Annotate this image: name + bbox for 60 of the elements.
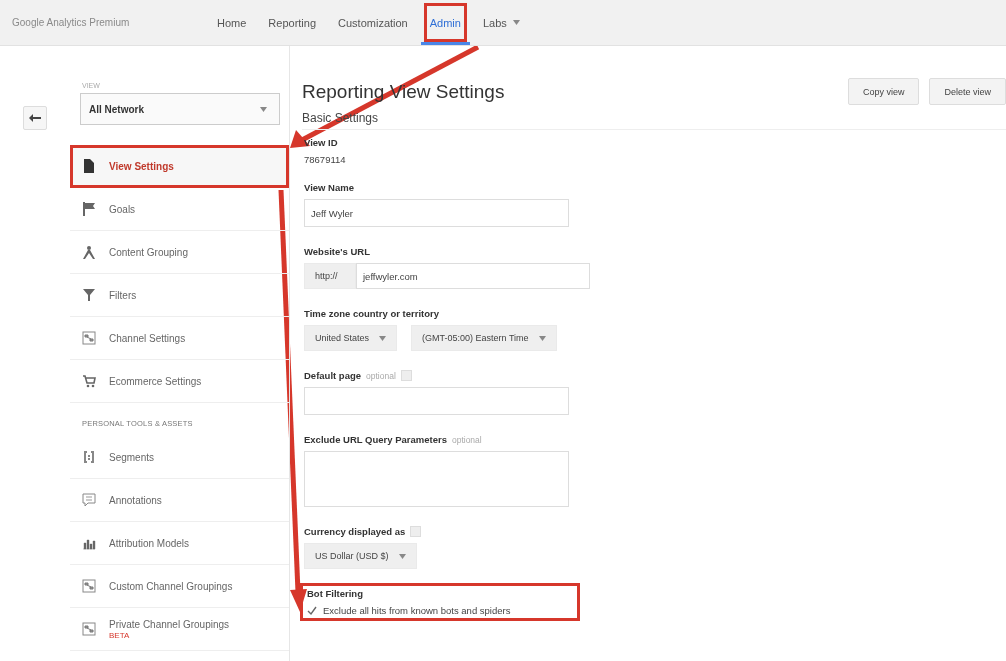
- text-field[interactable]: [304, 387, 569, 415]
- caret-icon: [398, 553, 406, 559]
- item-label: Private Channel Groupings: [109, 618, 230, 630]
- app-logo: Google Analytics Premium: [12, 17, 131, 28]
- sidebar-item[interactable]: Content Grouping: [70, 231, 289, 274]
- field-label: Exclude URL Query Parameters: [304, 434, 447, 445]
- help-icon[interactable]: [410, 526, 422, 537]
- field-label: Time zone country or territory: [304, 308, 439, 319]
- protocol-select[interactable]: http://: [304, 263, 356, 289]
- beta-label: BETA: [109, 630, 131, 640]
- sidebar-item[interactable]: Ecommerce Settings: [70, 360, 289, 403]
- toolbar-button[interactable]: Delete view: [929, 78, 1006, 105]
- cart-icon: [82, 374, 96, 388]
- sidebar-item[interactable]: View Settings: [70, 145, 289, 188]
- sidebar-item[interactable]: Attribution Models: [70, 522, 289, 565]
- nav-tab[interactable]: Reporting: [259, 0, 326, 45]
- field-label: Currency displayed as: [304, 526, 406, 537]
- nav-tab[interactable]: Admin: [420, 0, 470, 45]
- field-label: Website's URL: [304, 246, 370, 257]
- person-icon: [82, 245, 96, 259]
- field-label: Default page: [304, 370, 361, 381]
- text-area[interactable]: [304, 451, 569, 507]
- filter-icon: [82, 288, 96, 302]
- field-label: Bot Filtering: [307, 588, 363, 599]
- checkbox-option[interactable]: Exclude all hits from known bots and spiders: [307, 605, 511, 616]
- field-value: 78679114: [304, 154, 347, 165]
- channels-icon: [82, 579, 96, 593]
- channels-icon: [82, 622, 96, 636]
- optional-hint: optional: [451, 434, 482, 445]
- channels-icon: [82, 331, 96, 345]
- sidebar-item[interactable]: Segments: [70, 436, 289, 479]
- document-icon: [82, 159, 96, 173]
- caret-icon: [538, 335, 546, 341]
- sidebar-item[interactable]: Custom Channel Groupings: [70, 565, 289, 608]
- help-icon[interactable]: [400, 370, 412, 381]
- flag-icon: [82, 202, 96, 216]
- sidebar-item[interactable]: Annotations: [70, 479, 289, 522]
- segments-icon: [82, 450, 96, 464]
- nav-tab[interactable]: Customization: [329, 0, 417, 45]
- back-arrow-icon: [29, 114, 41, 122]
- sidebar-item[interactable]: Channel Settings: [70, 317, 289, 360]
- caret-icon: [260, 106, 267, 112]
- sidebar-item[interactable]: Private Channel Groupings BETA: [70, 608, 289, 651]
- field-label: View Name: [304, 182, 354, 193]
- dropdown-select[interactable]: United States: [304, 325, 398, 351]
- nav-tab[interactable]: Home: [208, 0, 256, 45]
- back-button[interactable]: [23, 106, 47, 130]
- sidebar-item[interactable]: Goals: [70, 188, 289, 231]
- nav-tab[interactable]: Labs: [473, 0, 529, 45]
- toolbar-button[interactable]: Copy view: [847, 78, 920, 105]
- url-field[interactable]: jeffwyler.com: [356, 263, 590, 289]
- bar-chart-icon: [82, 536, 96, 550]
- text-field[interactable]: Jeff Wyler: [304, 199, 569, 227]
- currency-select[interactable]: US Dollar (USD $): [304, 543, 417, 569]
- optional-hint: optional: [366, 370, 396, 381]
- caret-icon: [379, 335, 387, 341]
- dropdown-select[interactable]: (GMT-05:00) Eastern Time: [411, 325, 557, 351]
- view-select[interactable]: All Network: [80, 93, 280, 125]
- comment-icon: [82, 493, 96, 507]
- sidebar-item[interactable]: Filters: [70, 274, 289, 317]
